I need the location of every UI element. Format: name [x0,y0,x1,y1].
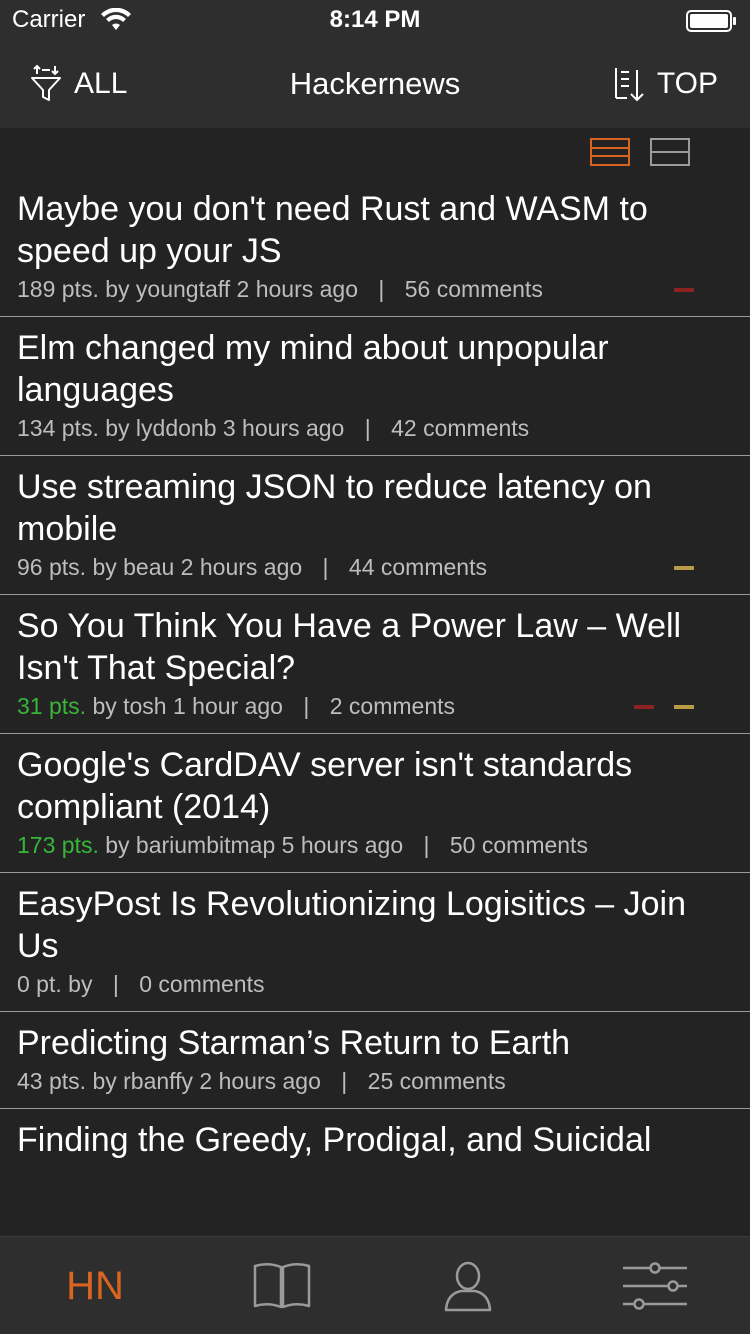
meta-separator: | [364,415,371,441]
sort-button[interactable]: TOP [613,62,718,106]
story-comments[interactable]: 25 comments [368,1068,506,1094]
meta-separator: | [341,1068,348,1094]
story-comments[interactable]: 44 comments [349,554,487,580]
meta-separator: | [303,693,310,719]
sort-label: TOP [656,67,718,100]
flag-gold [674,705,694,709]
story-points: 189 pts. [17,276,99,302]
flag-red [634,705,654,709]
story-flags [674,566,694,570]
story-row[interactable]: Predicting Starman’s Return to Earth 43 … [0,1012,750,1109]
story-points: 134 pts. [17,415,99,441]
compact-view-icon[interactable] [590,138,630,166]
story-title[interactable]: Use streaming JSON to reduce latency on … [17,466,710,550]
story-meta: 0 pt. by | 0 comments [17,969,710,999]
sliders-icon [623,1262,687,1310]
flag-gold [674,566,694,570]
story-byline: by tosh 1 hour ago [92,693,283,719]
story-row[interactable]: So You Think You Have a Power Law – Well… [0,595,750,734]
meta-separator: | [322,554,329,580]
meta-separator: | [378,276,385,302]
story-points: 43 pts. [17,1068,87,1094]
story-comments[interactable]: 56 comments [405,276,543,302]
story-byline: by youngtaff 2 hours ago [105,276,358,302]
story-title[interactable]: EasyPost Is Revolutionizing Logisitics –… [17,883,710,967]
story-points: 0 pt. [17,971,62,997]
story-flags [674,288,694,292]
story-meta: 189 pts. by youngtaff 2 hours ago | 56 c… [17,274,710,304]
expanded-view-icon[interactable] [650,138,690,166]
story-meta: 173 pts. by bariumbitmap 5 hours ago | 5… [17,830,710,860]
tab-hn[interactable]: HN [40,1237,150,1334]
story-byline: by rbanffy 2 hours ago [92,1068,321,1094]
story-meta: 134 pts. by lyddonb 3 hours ago | 42 com… [17,413,710,443]
tab-profile[interactable] [440,1237,496,1334]
person-icon [444,1261,492,1312]
story-row[interactable]: Elm changed my mind about unpopular lang… [0,317,750,456]
story-points: 96 pts. [17,554,87,580]
meta-separator: | [112,971,119,997]
tab-settings[interactable] [620,1237,690,1334]
tab-reader[interactable] [250,1237,314,1334]
story-flags [634,705,694,709]
story-comments[interactable]: 50 comments [450,832,588,858]
story-row[interactable]: Maybe you don't need Rust and WASM to sp… [0,178,750,317]
story-meta: 31 pts. by tosh 1 hour ago | 2 comments [17,691,710,721]
story-byline: by lyddonb 3 hours ago [105,415,345,441]
story-comments[interactable]: 42 comments [391,415,529,441]
battery-icon [686,10,736,32]
flag-red [674,288,694,292]
story-row[interactable]: EasyPost Is Revolutionizing Logisitics –… [0,873,750,1012]
story-title[interactable]: Google's CardDAV server isn't standards … [17,744,710,828]
story-list: Maybe you don't need Rust and WASM to sp… [0,178,750,1236]
meta-separator: | [423,832,430,858]
status-bar: Carrier 8:14 PM [0,0,750,40]
story-points: 31 pts. [17,693,87,719]
story-title[interactable]: Finding the Greedy, Prodigal, and Suicid… [17,1119,710,1161]
sort-down-icon [614,68,644,102]
story-comments[interactable]: 0 comments [139,971,264,997]
story-title[interactable]: Predicting Starman’s Return to Earth [17,1022,710,1064]
story-title[interactable]: Maybe you don't need Rust and WASM to sp… [17,188,710,272]
nav-bar: ALL Hackernews TOP [0,40,750,128]
story-meta: 43 pts. by rbanffy 2 hours ago | 25 comm… [17,1066,710,1096]
story-points: 173 pts. [17,832,99,858]
story-row[interactable]: Finding the Greedy, Prodigal, and Suicid… [0,1109,750,1173]
story-meta: 96 pts. by beau 2 hours ago | 44 comment… [17,552,710,582]
story-byline: by [68,971,93,997]
story-byline: by bariumbitmap 5 hours ago [105,832,404,858]
tab-bar: HN [0,1236,750,1334]
status-time: 8:14 PM [329,6,421,33]
story-title[interactable]: So You Think You Have a Power Law – Well… [17,605,710,689]
story-comments[interactable]: 2 comments [330,693,455,719]
story-title[interactable]: Elm changed my mind about unpopular lang… [17,327,710,411]
story-row[interactable]: Use streaming JSON to reduce latency on … [0,456,750,595]
view-toggle-bar [0,128,750,178]
book-icon [253,1263,311,1309]
story-byline: by beau 2 hours ago [92,554,303,580]
story-row[interactable]: Google's CardDAV server isn't standards … [0,734,750,873]
